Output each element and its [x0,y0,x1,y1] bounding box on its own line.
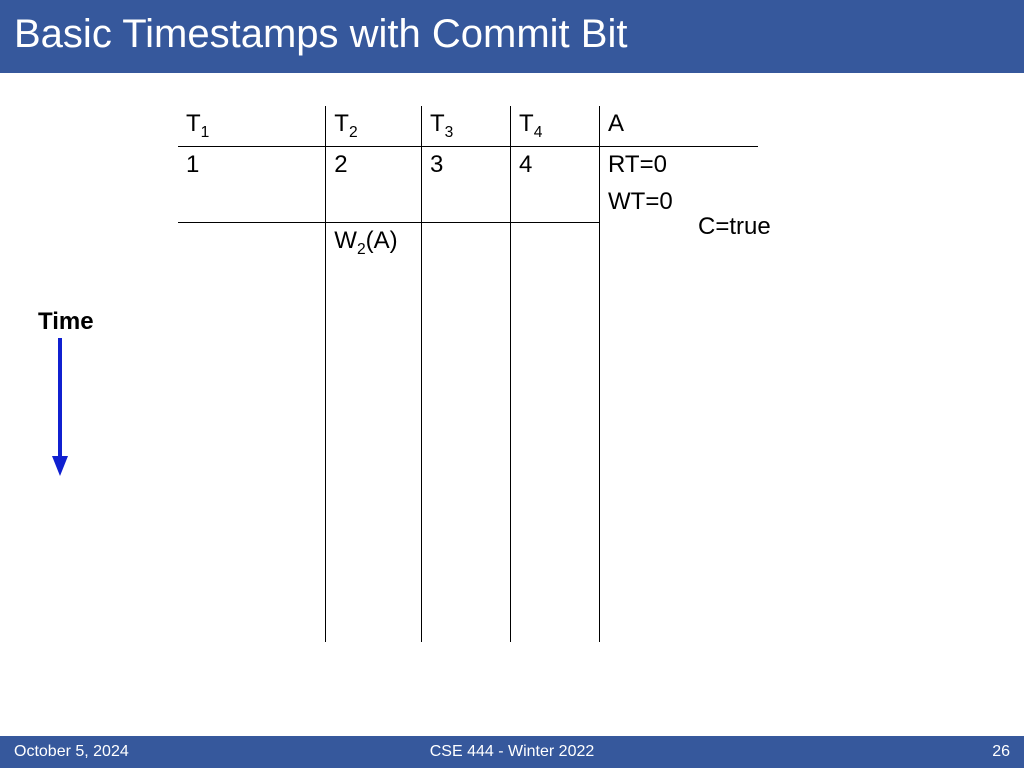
table-header-row: T1 T2 T3 T4 A [178,106,758,146]
table-row: 1 2 3 4 RT=0 [178,146,758,184]
footer-page-number: 26 [992,743,1010,761]
footer-course: CSE 444 - Winter 2022 [0,743,1024,761]
cell-t2-op: W2(A) [326,222,422,642]
col-header-t1: T1 [178,106,326,146]
table-row: WT=0 [178,184,758,222]
cell-t3-ts: 3 [422,146,511,184]
slide-footer: October 5, 2024 CSE 444 - Winter 2022 26 [0,736,1024,768]
slide-title: Basic Timestamps with Commit Bit [0,0,1024,73]
timestamp-table: T1 T2 T3 T4 A 1 2 3 4 RT=0 [178,106,758,642]
cell-t4-ts: 4 [511,146,600,184]
slide: Basic Timestamps with Commit Bit Time T1… [0,0,1024,768]
time-arrow-icon [50,338,70,478]
col-header-t4: T4 [511,106,600,146]
cell-t2-ts: 2 [326,146,422,184]
cell-t1-ts: 1 [178,146,326,184]
footer-date: October 5, 2024 [14,743,129,761]
col-header-a: A [600,106,758,146]
commit-bit-value: C=true [698,213,771,241]
table-row: W2(A) [178,222,758,642]
slide-content: Time T1 T2 T3 T4 A 1 2 3 4 [0,78,1024,730]
cell-a-rt: RT=0 [600,146,758,184]
time-axis-label: Time [38,308,94,336]
col-header-t2: T2 [326,106,422,146]
col-header-t3: T3 [422,106,511,146]
